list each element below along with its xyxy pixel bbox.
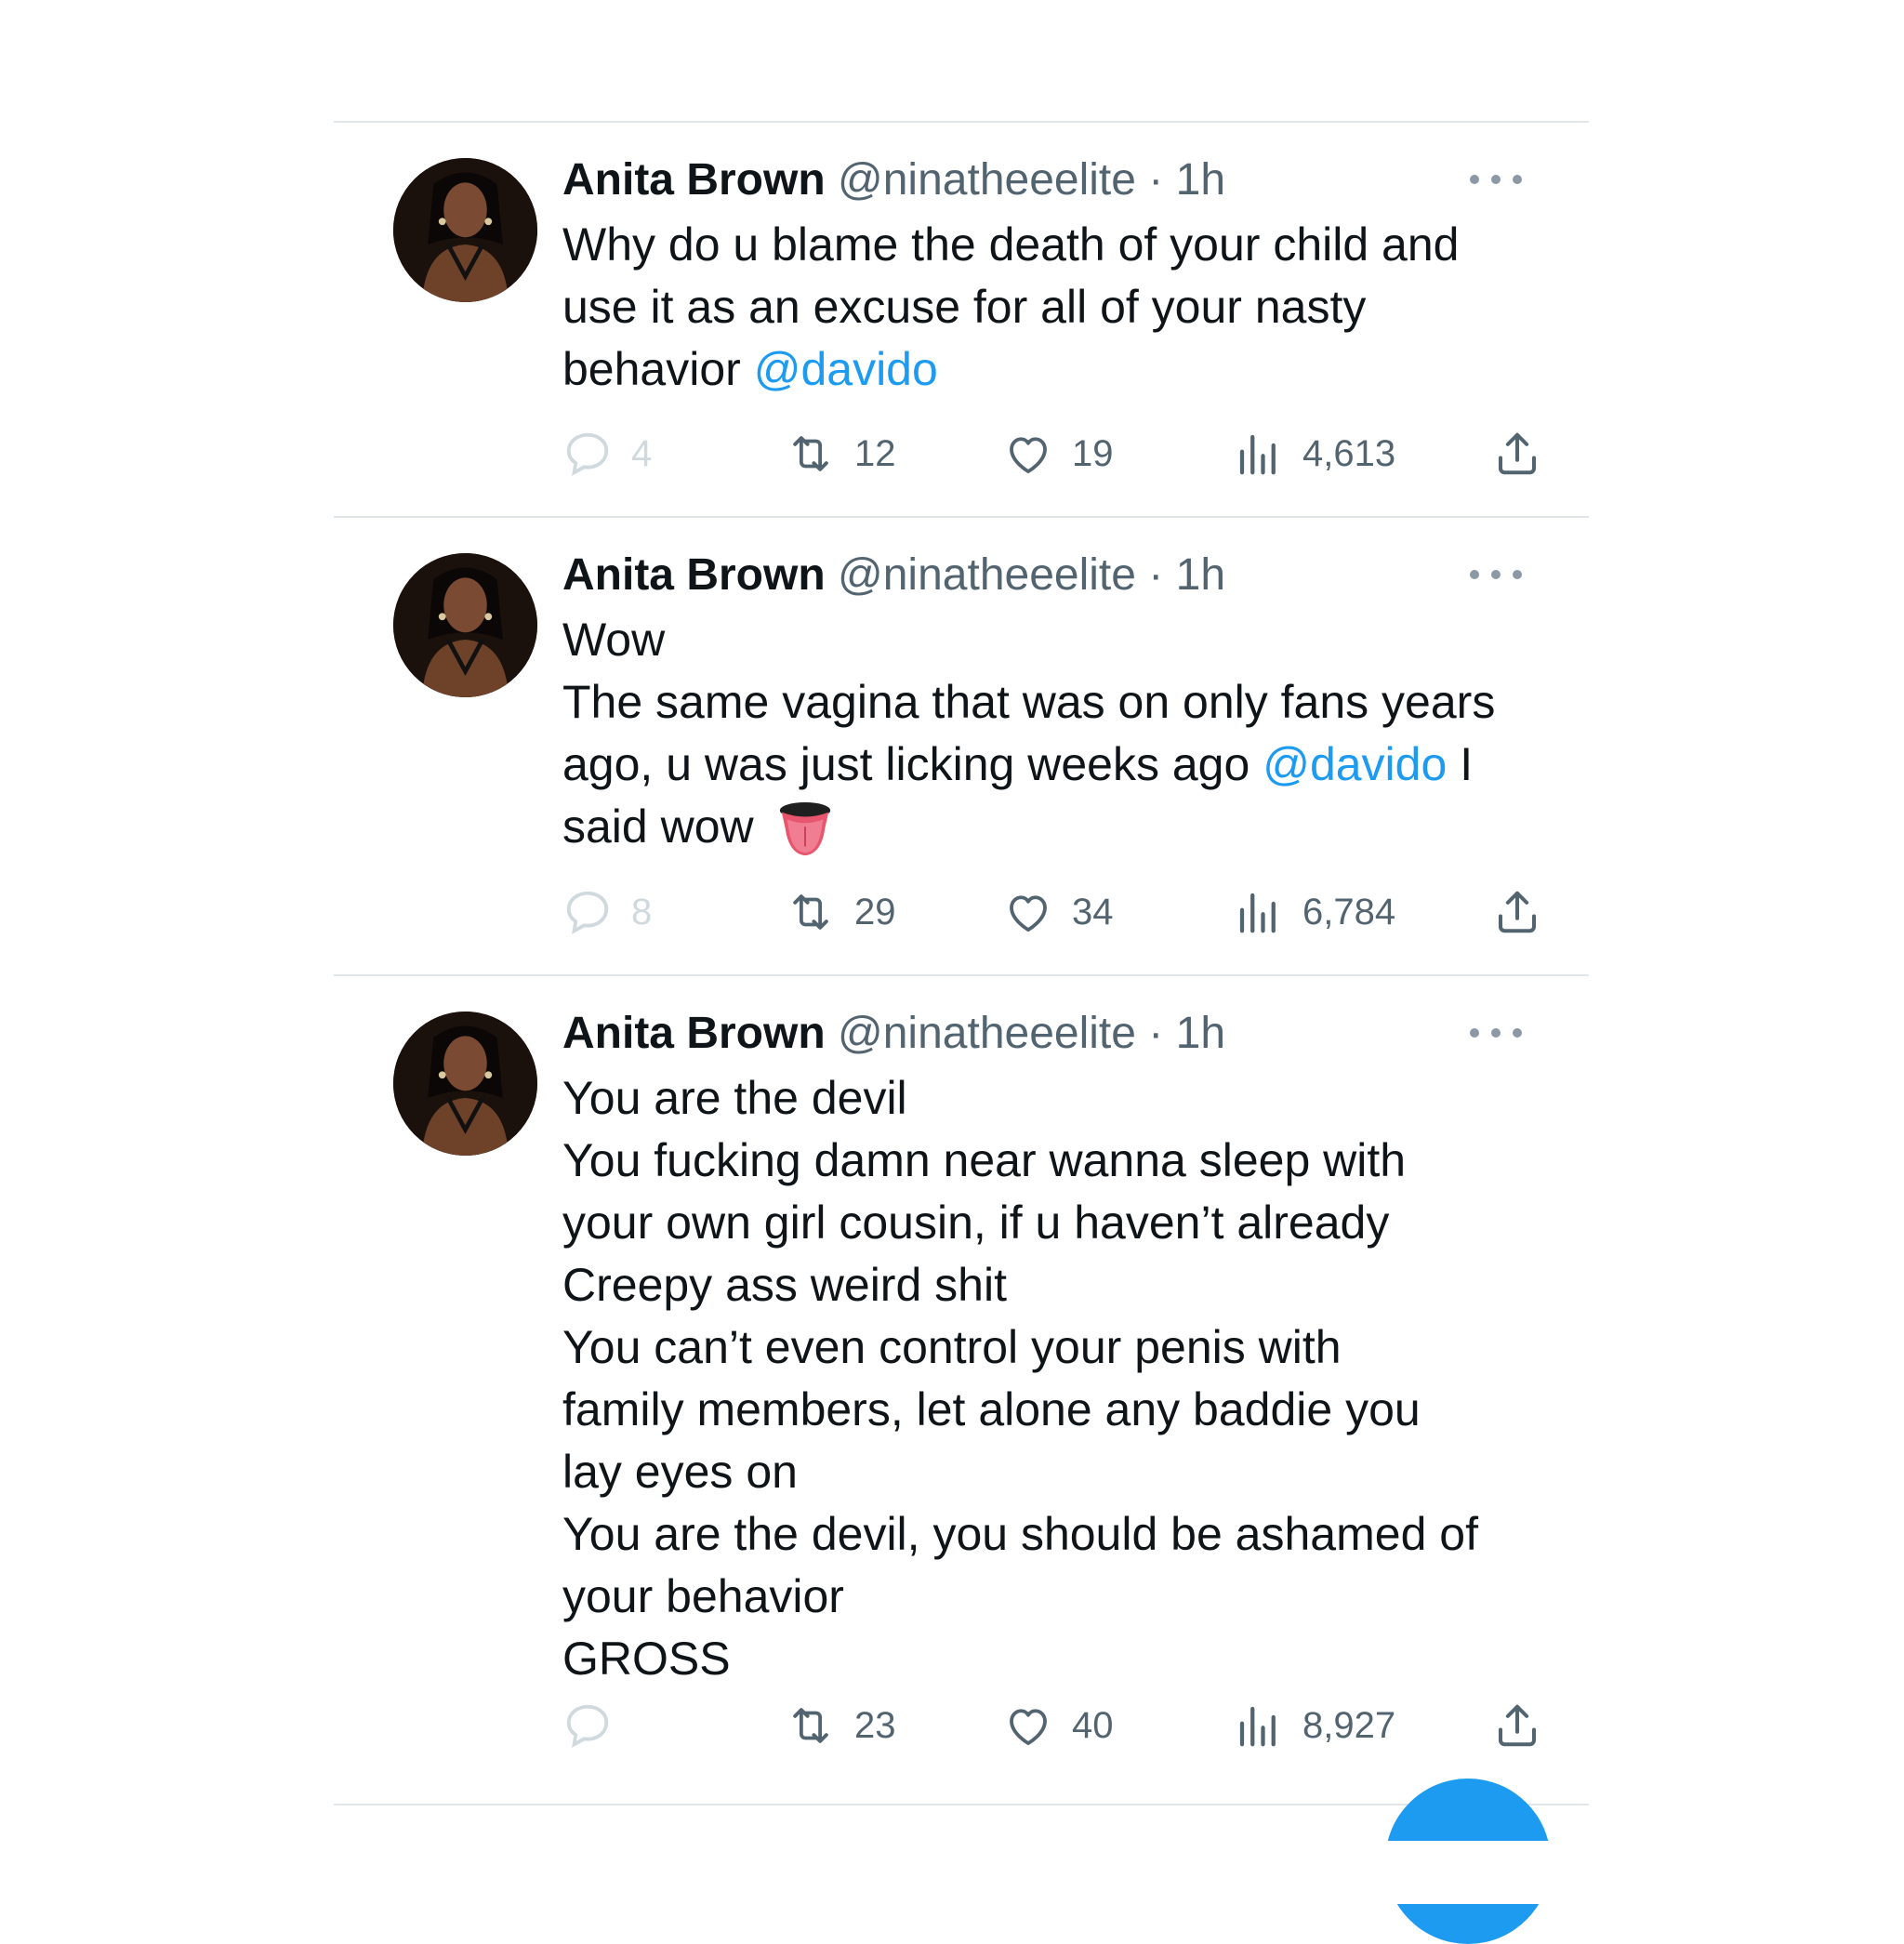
retweet-icon (786, 1700, 854, 1751)
like-count: 40 (1072, 1704, 1114, 1746)
like-button[interactable]: 40 (1003, 1698, 1114, 1753)
like-count: 19 (1072, 432, 1114, 474)
display-name[interactable]: Anita Brown (562, 1009, 826, 1058)
text-line: You are the devil (562, 1072, 907, 1124)
reply-count: 8 (631, 891, 653, 932)
text-line: Why do u blame the death of your child a… (562, 218, 1460, 271)
text-line: your behavior (562, 1570, 844, 1622)
separator-dot: · (1148, 550, 1164, 600)
views-icon (1234, 887, 1302, 937)
tweet-text: Wow The same vagina that was on only fan… (562, 609, 1557, 859)
user-handle[interactable]: @ninatheeelite (838, 155, 1136, 205)
mention-link[interactable]: @davido (1263, 738, 1447, 790)
share-button[interactable] (1492, 1698, 1561, 1753)
tweet-text: You are the devil You fucking damn near … (562, 1067, 1557, 1690)
like-button[interactable]: 19 (1003, 426, 1114, 482)
text-line: The same vagina that was on only fans ye… (562, 676, 1496, 728)
views-count: 6,784 (1302, 891, 1396, 932)
retweet-icon (786, 887, 854, 937)
mention-link[interactable]: @davido (754, 343, 938, 395)
more-icon[interactable] (1470, 165, 1522, 193)
display-name[interactable]: Anita Brown (562, 550, 826, 600)
views-button[interactable]: 6,784 (1234, 884, 1395, 940)
heart-icon (1003, 429, 1072, 479)
views-count: 8,927 (1302, 1704, 1396, 1746)
retweet-icon (786, 429, 854, 479)
tweet-header: Anita Brown @ninatheeelite · 1h (562, 1006, 1225, 1062)
views-button[interactable]: 4,613 (1234, 426, 1395, 482)
share-button[interactable] (1492, 426, 1561, 482)
share-button[interactable] (1492, 884, 1561, 940)
tweet-2[interactable]: Anita Brown @ninatheeelite · 1h Wow The … (334, 518, 1589, 973)
views-icon (1234, 429, 1302, 479)
avatar[interactable] (393, 553, 537, 697)
divider-bottom (334, 1804, 1589, 1805)
text-line: your own girl cousin, if u haven’t alrea… (562, 1197, 1390, 1249)
text-line: GROSS (562, 1633, 731, 1685)
reply-icon (562, 429, 631, 479)
retweet-button[interactable]: 29 (786, 884, 896, 940)
text-line: Wow (562, 614, 666, 666)
tweet-3[interactable]: Anita Brown @ninatheeelite · 1h You are … (334, 976, 1589, 1802)
text-line: ago, u was just licking weeks ago @david… (562, 738, 1474, 790)
more-icon[interactable] (1470, 1019, 1522, 1047)
tweet-header: Anita Brown @ninatheeelite · 1h (562, 548, 1225, 603)
separator-dot: · (1148, 1009, 1164, 1058)
share-icon (1492, 887, 1561, 937)
reply-button[interactable] (562, 1698, 631, 1753)
tweet-1[interactable]: Anita Brown @ninatheeelite · 1h Why do u… (334, 123, 1589, 515)
user-handle[interactable]: @ninatheeelite (838, 550, 1136, 600)
views-button[interactable]: 8,927 (1234, 1698, 1395, 1753)
views-icon (1234, 1700, 1302, 1751)
views-count: 4,613 (1302, 432, 1396, 474)
action-bar: 23 40 8,927 (562, 1698, 1548, 1753)
display-name[interactable]: Anita Brown (562, 155, 826, 205)
timestamp[interactable]: 1h (1176, 155, 1225, 205)
retweet-button[interactable]: 23 (786, 1698, 896, 1753)
text-line: said wow (562, 796, 1557, 859)
timestamp[interactable]: 1h (1176, 550, 1225, 600)
tongue-emoji-icon (779, 801, 830, 855)
text-line: You can’t even control your penis with (562, 1321, 1342, 1373)
page-bottom (0, 1841, 1904, 1904)
like-count: 34 (1072, 891, 1114, 932)
separator-dot: · (1148, 155, 1164, 205)
retweet-button[interactable]: 12 (786, 426, 896, 482)
share-icon (1492, 429, 1561, 479)
like-button[interactable]: 34 (1003, 884, 1114, 940)
heart-icon (1003, 1700, 1072, 1751)
text-line: use it as an excuse for all of your nast… (562, 281, 1367, 333)
action-bar: 8 29 34 6,784 (562, 884, 1548, 940)
heart-icon (1003, 887, 1072, 937)
user-handle[interactable]: @ninatheeelite (838, 1009, 1136, 1058)
more-icon[interactable] (1470, 561, 1522, 588)
text-line: lay eyes on (562, 1446, 798, 1498)
text-line: You fucking damn near wanna sleep with (562, 1134, 1407, 1186)
text-line: behavior @davido (562, 343, 938, 395)
tweet-header: Anita Brown @ninatheeelite · 1h (562, 152, 1225, 208)
reply-icon (562, 887, 631, 937)
tweet-text: Why do u blame the death of your child a… (562, 214, 1557, 401)
text-line: family members, let alone any baddie you (562, 1383, 1421, 1435)
timestamp[interactable]: 1h (1176, 1009, 1225, 1058)
action-bar: 4 12 19 4,613 (562, 426, 1548, 482)
retweet-count: 12 (854, 432, 896, 474)
reply-button[interactable]: 4 (562, 426, 652, 482)
avatar[interactable] (393, 158, 537, 302)
reply-button[interactable]: 8 (562, 884, 652, 940)
retweet-count: 23 (854, 1704, 896, 1746)
text-line: You are the devil, you should be ashamed… (562, 1508, 1478, 1560)
share-icon (1492, 1700, 1561, 1751)
avatar[interactable] (393, 1012, 537, 1156)
retweet-count: 29 (854, 891, 896, 932)
reply-icon (562, 1700, 631, 1751)
reply-count: 4 (631, 432, 653, 474)
text-line: Creepy ass weird shit (562, 1259, 1007, 1311)
